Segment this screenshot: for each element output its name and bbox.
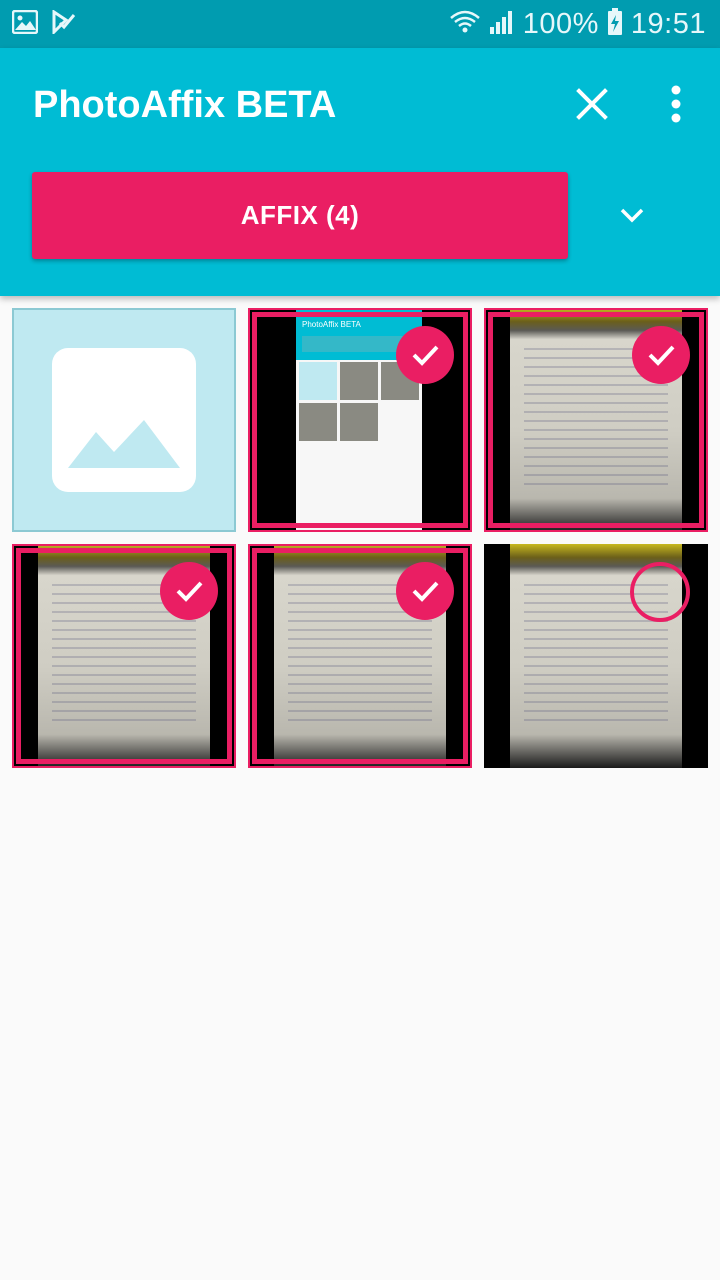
photo-tile-unselected[interactable] (484, 544, 708, 768)
signal-icon (489, 9, 515, 40)
select-circle[interactable] (630, 562, 690, 622)
affix-button[interactable]: AFFIX (4) (32, 172, 568, 259)
task-notification-icon (52, 9, 76, 39)
check-icon (648, 345, 675, 366)
status-bar: 100% 19:51 (0, 0, 720, 48)
selected-check[interactable] (160, 562, 218, 620)
photo-tile-selected[interactable] (12, 544, 236, 768)
photo-tile-placeholder[interactable] (12, 308, 236, 532)
check-icon (412, 345, 439, 366)
check-icon (412, 581, 439, 602)
clock: 19:51 (630, 7, 706, 40)
close-button[interactable] (568, 80, 616, 128)
close-icon (576, 88, 608, 120)
selected-check[interactable] (396, 326, 454, 384)
expand-options-button[interactable] (608, 192, 656, 240)
chevron-down-icon (620, 208, 644, 223)
wifi-icon (449, 9, 481, 40)
photo-tile-selected[interactable] (248, 544, 472, 768)
battery-charging-icon (607, 7, 623, 41)
battery-percent: 100% (522, 7, 599, 40)
more-vert-icon (671, 85, 681, 123)
image-placeholder (12, 308, 236, 532)
app-title: PhotoAffix BETA (33, 84, 337, 126)
image-icon (52, 348, 196, 492)
more-options-button[interactable] (656, 80, 696, 128)
app-bar: PhotoAffix BETA AFFIX (4) (0, 48, 720, 296)
photo-tile-selected[interactable] (484, 308, 708, 532)
selected-check[interactable] (632, 326, 690, 384)
gallery-notification-icon (11, 9, 39, 39)
selected-check[interactable] (396, 562, 454, 620)
check-icon (176, 581, 203, 602)
photo-tile-selected[interactable]: PhotoAffix BETA (248, 308, 472, 532)
